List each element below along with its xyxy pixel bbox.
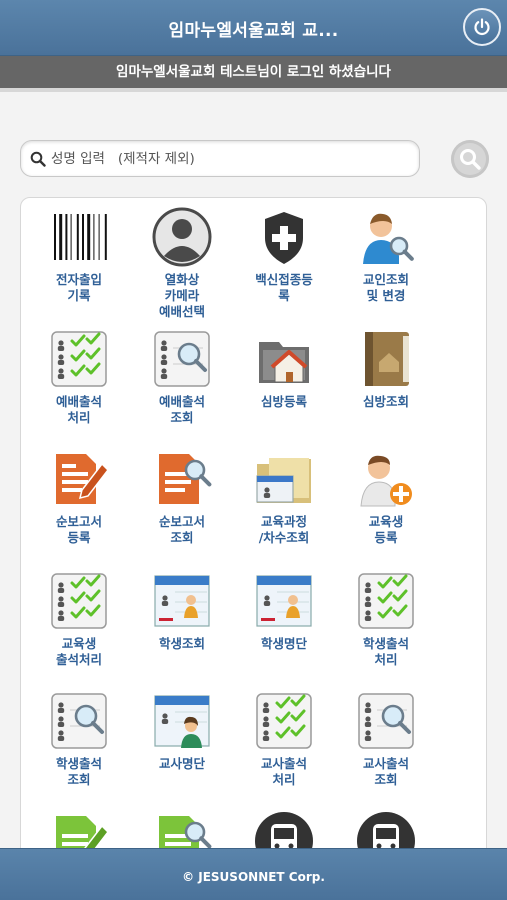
menu-item-label: 예배출석 처리 (55, 394, 102, 425)
name-search-input[interactable] (51, 147, 411, 171)
student-board-icon (154, 575, 210, 627)
menu-item-label: 교육과정 /차수조회 (258, 514, 310, 545)
app-title: 임마누엘서울교회 교... (168, 21, 339, 41)
menu-item-label: 열화상 카메라 예배선택 (158, 272, 205, 319)
menu-item-label: 백신접종등 록 (255, 272, 313, 303)
menu-item-label: 학생출석 처리 (362, 636, 409, 667)
menu-item-attendance-check-icon[interactable]: 교육생 출석처리 (27, 570, 131, 668)
attendance-check-icon (51, 331, 107, 387)
student-board-icon (256, 575, 312, 627)
menu-item-label: 교사출석 조회 (362, 756, 409, 787)
menu-item-label: 학생출석 조회 (55, 756, 102, 787)
menu-item-label: 교인조회 및 변경 (362, 272, 409, 303)
menu-item-label: 학생명단 (260, 636, 307, 651)
menu-item-label: 교사명단 (158, 756, 205, 771)
attendance-check-icon (256, 693, 312, 749)
attendance-check-icon (51, 573, 107, 629)
menu-item-user-circle-icon[interactable]: 열화상 카메라 예배선택 (130, 206, 234, 320)
menu-item-attendance-search-icon[interactable]: 교사출석 조회 (334, 690, 438, 788)
login-status-bar: 임마누엘서울교회 테스트님이 로그인 하셨습니다 (0, 56, 507, 92)
menu-item-shield-plus-icon[interactable]: 백신접종등 록 (232, 206, 336, 304)
barcode-icon (54, 214, 107, 260)
menu-item-person-search-icon[interactable]: 교인조회 및 변경 (334, 206, 438, 304)
menu-item-student-board-icon[interactable]: 학생명단 (232, 570, 336, 652)
person-add-icon (360, 455, 412, 507)
search-icon (30, 151, 46, 167)
menu-item-report-search-icon[interactable]: 순보고서 조회 (130, 448, 234, 546)
report-edit-icon (56, 454, 109, 504)
search-button[interactable] (451, 140, 489, 178)
menu-item-label: 순보고서 조회 (158, 514, 205, 545)
menu-item-label: 심방등록 (260, 394, 307, 409)
attendance-search-icon (358, 693, 414, 749)
app-header: 임마누엘서울교회 교... (0, 0, 507, 56)
menu-item-label: 교육생 등록 (368, 514, 404, 545)
menu-item-attendance-check-icon[interactable]: 예배출석 처리 (27, 328, 131, 426)
power-button[interactable] (463, 8, 501, 46)
menu-item-person-add-icon[interactable]: 교육생 등록 (334, 448, 438, 546)
report-search-icon (159, 454, 212, 504)
shield-plus-icon (265, 212, 303, 264)
menu-item-label: 전자출입 기록 (55, 272, 102, 303)
menu-item-attendance-search-icon[interactable]: 예배출석 조회 (130, 328, 234, 426)
attendance-search-icon (154, 331, 210, 387)
menu-item-teacher-board-icon[interactable]: 교사명단 (130, 690, 234, 772)
power-icon (474, 18, 490, 36)
person-search-icon (363, 213, 414, 264)
menu-item-attendance-check-icon[interactable]: 교사출석 처리 (232, 690, 336, 788)
education-folder-icon (256, 458, 311, 503)
menu-item-barcode-icon[interactable]: 전자출입 기록 (27, 206, 131, 304)
teacher-board-icon (154, 695, 210, 748)
menu-item-attendance-check-icon[interactable]: 학생출석 처리 (334, 570, 438, 668)
menu-item-student-board-icon[interactable]: 학생조회 (130, 570, 234, 652)
menu-item-house-folder-icon[interactable]: 심방등록 (232, 328, 336, 410)
menu-item-label: 예배출석 조회 (158, 394, 205, 425)
footer-copyright: © JESUSONNET Corp. (0, 848, 507, 900)
attendance-search-icon (51, 693, 107, 749)
search-box (20, 140, 420, 177)
menu-item-label: 순보고서 등록 (55, 514, 102, 545)
attendance-check-icon (358, 573, 414, 629)
house-folder-icon (259, 342, 309, 383)
menu-item-house-book-icon[interactable]: 심방조회 (334, 328, 438, 410)
user-circle-icon (152, 207, 212, 267)
menu-item-label: 교사출석 처리 (260, 756, 307, 787)
search-icon (460, 149, 481, 170)
menu-item-report-edit-icon[interactable]: 순보고서 등록 (27, 448, 131, 546)
menu-grid: 전자출입 기록 열화상 카메라 예배선택 백신접종등 록 교인조회 및 변경예배출석 … (20, 197, 487, 897)
menu-item-attendance-search-icon[interactable]: 학생출석 조회 (27, 690, 131, 788)
house-book-icon (365, 332, 409, 386)
menu-item-label: 교육생 출석처리 (55, 636, 102, 667)
menu-item-label: 학생조회 (158, 636, 205, 651)
menu-item-education-folder-icon[interactable]: 교육과정 /차수조회 (232, 448, 336, 546)
menu-item-label: 심방조회 (362, 394, 409, 409)
